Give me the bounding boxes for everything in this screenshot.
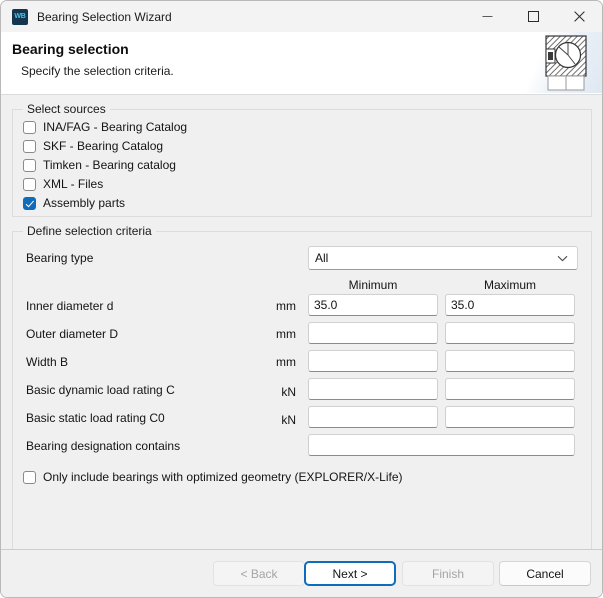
- page-subtitle: Specify the selection criteria.: [21, 64, 174, 78]
- checkbox-timken-bearing-catalog[interactable]: Timken - Bearing catalog: [23, 156, 176, 174]
- select-sources-group: Select sources INA/FAG - Bearing Catalog…: [12, 109, 592, 217]
- input-basic-dynamic-load-rating-max[interactable]: [445, 378, 575, 400]
- checkbox-optimized-geometry[interactable]: Only include bearings with optimized geo…: [23, 468, 402, 486]
- next-button[interactable]: Next >: [304, 561, 396, 586]
- checkbox-box-icon: [23, 121, 36, 134]
- label-inner-diameter: Inner diameter d: [26, 299, 113, 313]
- checkbox-box-icon: [23, 159, 36, 172]
- unit-inner-diameter: mm: [256, 299, 296, 313]
- input-width-b-min[interactable]: [308, 350, 438, 372]
- define-criteria-legend: Define selection criteria: [23, 224, 156, 238]
- label-bearing-type: Bearing type: [26, 251, 93, 265]
- input-outer-diameter-max[interactable]: [445, 322, 575, 344]
- unit-width-b: mm: [256, 355, 296, 369]
- bearing-type-select[interactable]: All: [308, 246, 578, 270]
- window-controls: [464, 1, 602, 32]
- input-outer-diameter-min[interactable]: [308, 322, 438, 344]
- bearing-cross-section-icon: [544, 35, 588, 91]
- finish-button[interactable]: Finish: [402, 561, 494, 586]
- unit-basic-dynamic-load-rating: kN: [256, 385, 296, 399]
- chevron-down-icon: [557, 251, 568, 265]
- input-inner-diameter-min[interactable]: [308, 294, 438, 316]
- checkbox-assembly-parts[interactable]: Assembly parts: [23, 194, 125, 212]
- checkbox-label: Assembly parts: [43, 196, 125, 210]
- select-sources-legend: Select sources: [23, 102, 110, 116]
- define-criteria-group: Define selection criteria Bearing type A…: [12, 231, 592, 595]
- column-header-minimum: Minimum: [308, 278, 438, 292]
- label-bearing-designation: Bearing designation contains: [26, 439, 180, 453]
- checkbox-box-icon: [23, 140, 36, 153]
- checkbox-label: Timken - Bearing catalog: [43, 158, 176, 172]
- checkbox-label: INA/FAG - Bearing Catalog: [43, 120, 187, 134]
- page-title: Bearing selection: [12, 41, 129, 57]
- checkbox-ina-fag-bearing-catalog[interactable]: INA/FAG - Bearing Catalog: [23, 118, 187, 136]
- label-basic-dynamic-load-rating: Basic dynamic load rating C: [26, 383, 175, 397]
- maximize-icon[interactable]: [510, 1, 556, 32]
- window-title: Bearing Selection Wizard: [37, 10, 172, 24]
- checkbox-box-icon: [23, 178, 36, 191]
- label-width-b: Width B: [26, 355, 68, 369]
- back-button[interactable]: < Back: [213, 561, 305, 586]
- checkbox-label: SKF - Bearing Catalog: [43, 139, 163, 153]
- input-basic-static-load-rating-max[interactable]: [445, 406, 575, 428]
- column-header-maximum: Maximum: [445, 278, 575, 292]
- input-width-b-max[interactable]: [445, 350, 575, 372]
- checkbox-box-icon: [23, 471, 36, 484]
- cancel-button[interactable]: Cancel: [499, 561, 591, 586]
- checkbox-checked-icon: [23, 197, 36, 210]
- minimize-icon[interactable]: [464, 1, 510, 32]
- checkbox-label: XML - Files: [43, 177, 103, 191]
- bearing-selection-wizard-window: WB Bearing Selection Wizard Bearing sele…: [0, 0, 603, 598]
- checkbox-skf-bearing-catalog[interactable]: SKF - Bearing Catalog: [23, 137, 163, 155]
- input-bearing-designation[interactable]: [308, 434, 575, 456]
- input-basic-static-load-rating-min[interactable]: [308, 406, 438, 428]
- unit-basic-static-load-rating: kN: [256, 413, 296, 427]
- wizard-header: Bearing selection Specify the selection …: [1, 32, 602, 95]
- bearing-type-value: All: [315, 251, 557, 265]
- label-basic-static-load-rating: Basic static load rating C0: [26, 411, 165, 425]
- button-bar: < Back Next > Finish Cancel: [1, 549, 602, 597]
- label-outer-diameter: Outer diameter D: [26, 327, 118, 341]
- unit-outer-diameter: mm: [256, 327, 296, 341]
- title-bar: WB Bearing Selection Wizard: [1, 1, 602, 32]
- checkbox-xml-files[interactable]: XML - Files: [23, 175, 103, 193]
- checkbox-label: Only include bearings with optimized geo…: [43, 470, 402, 484]
- app-icon: WB: [12, 9, 28, 25]
- dialog-body: Select sources INA/FAG - Bearing Catalog…: [1, 95, 602, 549]
- input-inner-diameter-max[interactable]: [445, 294, 575, 316]
- input-basic-dynamic-load-rating-min[interactable]: [308, 378, 438, 400]
- close-icon[interactable]: [556, 1, 602, 32]
